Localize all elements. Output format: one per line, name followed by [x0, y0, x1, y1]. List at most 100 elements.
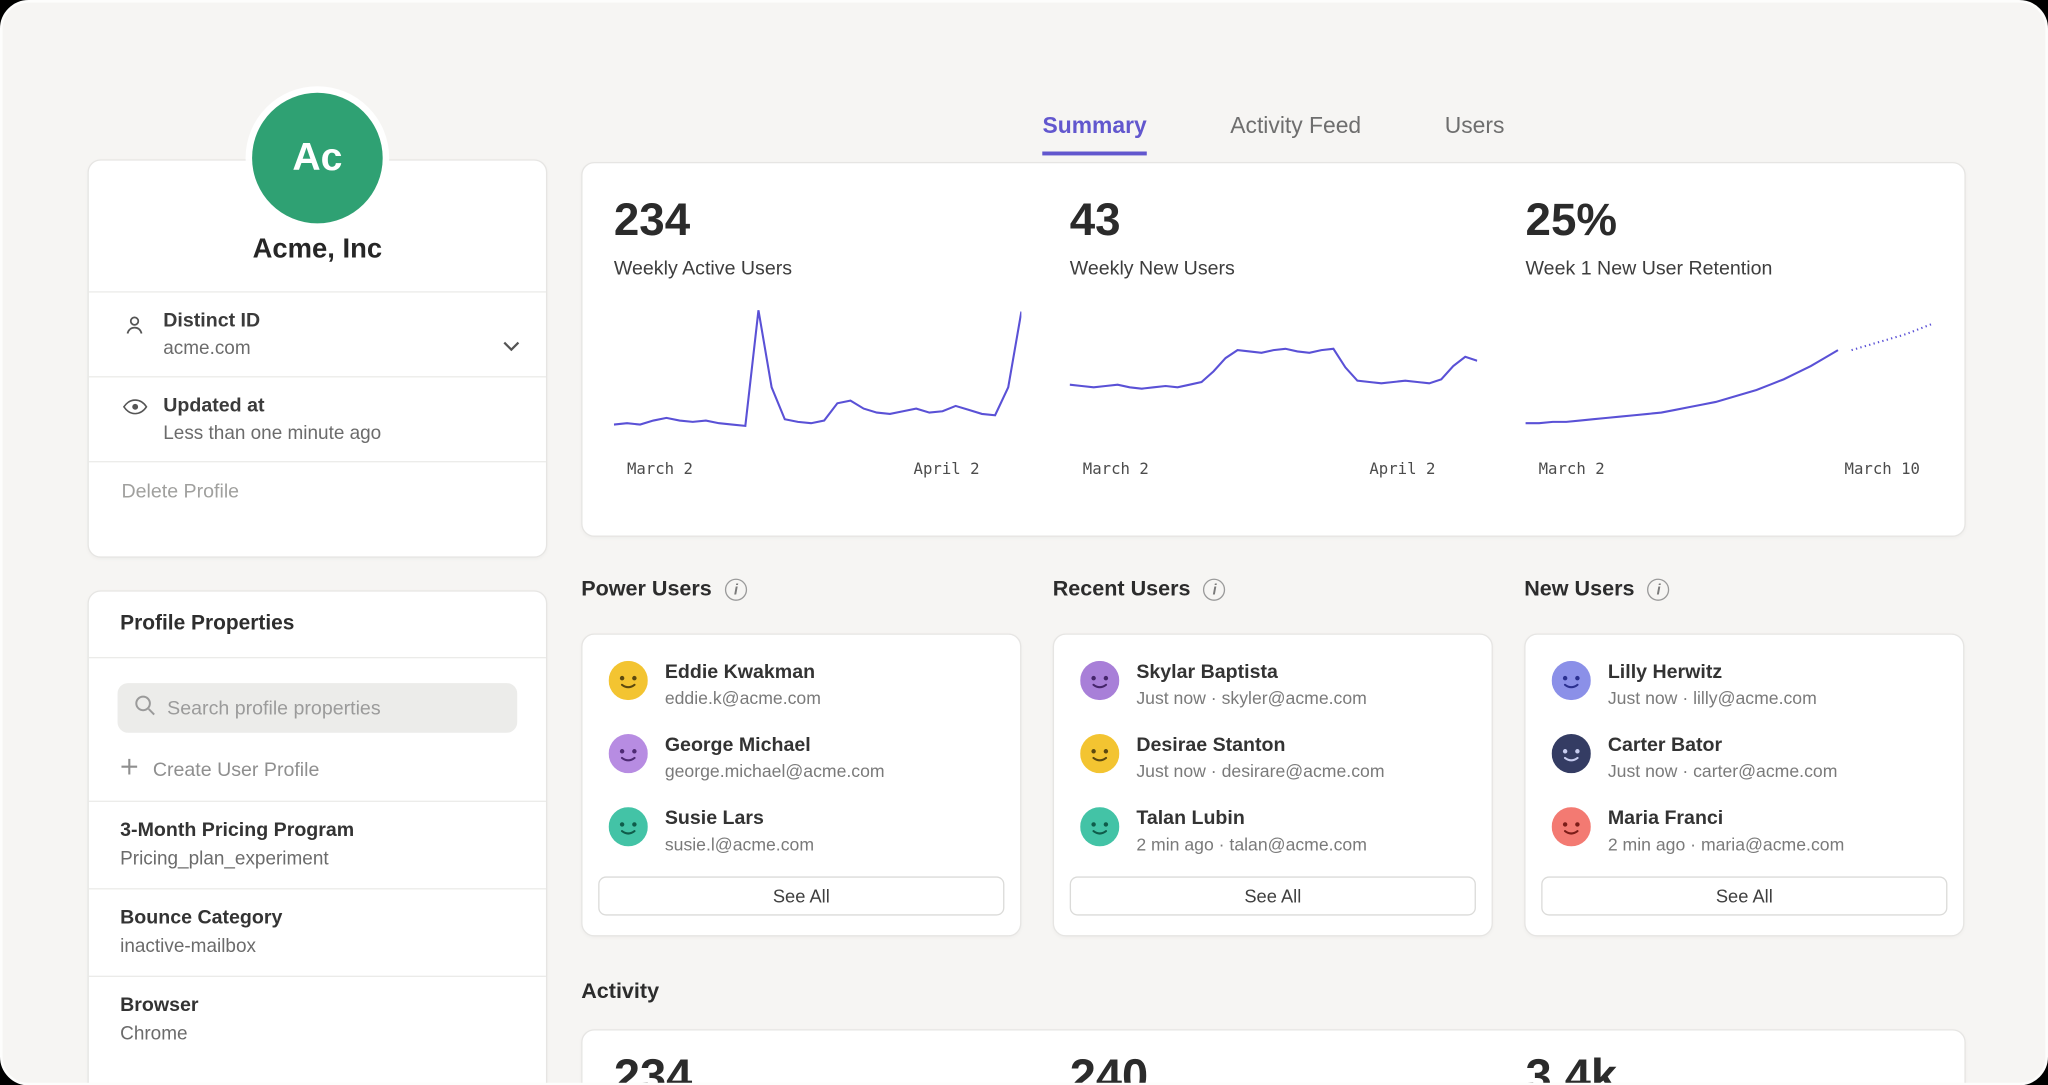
new-users-section: New Users i Lilly Herwitz Just now · lil… — [1524, 577, 1964, 602]
user-row[interactable]: Skylar Baptista Just now · skyler@acme.c… — [1054, 635, 1492, 720]
section-title: Power Users — [581, 577, 712, 602]
property-row[interactable]: Bounce Category inactive-mailbox — [89, 889, 546, 975]
chevron-down-icon[interactable] — [503, 334, 520, 358]
property-label: 3-Month Pricing Program — [120, 819, 514, 841]
user-row[interactable]: Lilly Herwitz Just now · lilly@acme.com — [1526, 635, 1964, 720]
x-tick: March 2 — [627, 460, 693, 478]
see-all-button[interactable]: See All — [1070, 876, 1476, 915]
person-icon — [123, 313, 147, 343]
main-tabs: Summary Activity Feed Users — [581, 112, 1965, 155]
user-subtext: Just now · skyler@acme.com — [1136, 688, 1367, 708]
tab-summary[interactable]: Summary — [1043, 112, 1147, 155]
field-value: acme.com — [163, 338, 514, 359]
plus-icon — [120, 758, 138, 782]
info-icon[interactable]: i — [725, 579, 747, 601]
user-avatar — [1552, 734, 1591, 773]
property-row[interactable]: 3-Month Pricing Program Pricing_plan_exp… — [89, 802, 546, 888]
stat-label: Weekly Active Users — [614, 257, 1022, 279]
user-subtext: Just now · carter@acme.com — [1608, 761, 1838, 781]
user-row[interactable]: Talan Lubin 2 min ago · talan@acme.com — [1054, 793, 1492, 866]
weekly-new-users-chart — [1070, 300, 1478, 444]
user-avatar — [1080, 661, 1119, 700]
profile-properties-title: Profile Properties — [89, 592, 546, 657]
create-user-profile-button[interactable]: Create User Profile — [89, 748, 546, 800]
property-label: Browser — [120, 994, 514, 1016]
user-avatar — [1552, 807, 1591, 846]
tab-activity-feed[interactable]: Activity Feed — [1230, 112, 1361, 155]
activity-section-title: Activity — [581, 980, 659, 1005]
create-user-profile-label: Create User Profile — [153, 758, 320, 780]
stat-label: Week 1 New User Retention — [1526, 257, 1934, 279]
user-avatar — [1080, 807, 1119, 846]
stat-weekly-new-users: 43 Weekly New Users March 2 April 2 — [1070, 195, 1478, 536]
activity-value: 234 — [614, 1049, 1022, 1085]
user-subtext: Just now · desirare@acme.com — [1136, 761, 1384, 781]
stat-weekly-active-users: 234 Weekly Active Users March 2 April 2 — [614, 195, 1022, 536]
company-name: Acme, Inc — [89, 234, 546, 265]
profile-properties-search[interactable] — [118, 683, 518, 733]
x-tick: March 10 — [1845, 460, 1920, 478]
user-row[interactable]: Carter Bator Just now · carter@acme.com — [1526, 720, 1964, 793]
user-list-card: Eddie Kwakman eddie.k@acme.com George Mi… — [581, 633, 1021, 936]
property-value: Chrome — [120, 1024, 514, 1045]
app-window: Ac Acme, Inc Distinct ID acme.com Update… — [0, 0, 2048, 1085]
user-name: Desirae Stanton — [1136, 734, 1384, 756]
week1-retention-chart — [1526, 300, 1934, 444]
x-tick: March 2 — [1539, 460, 1605, 478]
user-list-card: Skylar Baptista Just now · skyler@acme.c… — [1053, 633, 1493, 936]
property-value: inactive-mailbox — [120, 936, 514, 957]
user-row[interactable]: George Michael george.michael@acme.com — [583, 720, 1021, 793]
search-input[interactable] — [167, 697, 501, 719]
field-value: Less than one minute ago — [163, 423, 514, 444]
user-row[interactable]: Susie Lars susie.l@acme.com — [583, 793, 1021, 866]
chart-x-axis: March 2 March 10 — [1526, 460, 1934, 478]
stat-value: 25% — [1526, 195, 1934, 247]
x-tick: March 2 — [1083, 460, 1149, 478]
activity-card: 234 240 3.4k — [581, 1029, 1965, 1085]
stat-label: Weekly New Users — [1070, 257, 1478, 279]
search-icon — [133, 694, 155, 723]
section-heading: Recent Users i — [1053, 577, 1493, 602]
user-name: George Michael — [665, 734, 885, 756]
tab-users[interactable]: Users — [1445, 112, 1505, 155]
field-label: Distinct ID — [163, 310, 514, 332]
info-icon[interactable]: i — [1648, 579, 1670, 601]
property-label: Bounce Category — [120, 906, 514, 928]
user-avatar — [609, 661, 648, 700]
user-name: Lilly Herwitz — [1608, 661, 1817, 683]
recent-users-section: Recent Users i Skylar Baptista Just now … — [1053, 577, 1493, 602]
field-distinct-id: Distinct ID acme.com — [89, 293, 546, 377]
user-subtext: george.michael@acme.com — [665, 761, 885, 781]
eye-icon — [123, 398, 148, 422]
user-row[interactable]: Eddie Kwakman eddie.k@acme.com — [583, 635, 1021, 720]
chart-x-axis: March 2 April 2 — [614, 460, 1022, 478]
user-row[interactable]: Maria Franci 2 min ago · maria@acme.com — [1526, 793, 1964, 866]
divider — [89, 657, 546, 658]
activity-value: 3.4k — [1526, 1049, 1934, 1085]
weekly-active-users-chart — [614, 300, 1022, 444]
property-row[interactable]: Browser Chrome — [89, 977, 546, 1063]
section-heading: Power Users i — [581, 577, 1021, 602]
activity-stat: 240 — [1070, 1049, 1478, 1085]
section-heading: New Users i — [1524, 577, 1964, 602]
user-subtext: Just now · lilly@acme.com — [1608, 688, 1817, 708]
company-profile-card: Ac Acme, Inc Distinct ID acme.com Update… — [88, 159, 548, 557]
user-name: Maria Franci — [1608, 807, 1844, 829]
delete-profile-button[interactable]: Delete Profile — [89, 462, 546, 521]
user-avatar — [609, 807, 648, 846]
user-name: Eddie Kwakman — [665, 661, 821, 683]
section-title: New Users — [1524, 577, 1634, 602]
company-avatar: Ac — [252, 93, 383, 224]
user-row[interactable]: Desirae Stanton Just now · desirare@acme… — [1054, 720, 1492, 793]
info-icon[interactable]: i — [1204, 579, 1226, 601]
summary-stats-card: 234 Weekly Active Users March 2 April 2 … — [581, 162, 1965, 537]
user-avatar — [609, 734, 648, 773]
see-all-button[interactable]: See All — [1541, 876, 1947, 915]
section-title: Recent Users — [1053, 577, 1191, 602]
user-name: Carter Bator — [1608, 734, 1838, 756]
x-tick: April 2 — [914, 460, 980, 478]
user-list-card: Lilly Herwitz Just now · lilly@acme.com … — [1524, 633, 1964, 936]
field-label: Updated at — [163, 394, 514, 416]
x-tick: April 2 — [1369, 460, 1435, 478]
see-all-button[interactable]: See All — [598, 876, 1004, 915]
